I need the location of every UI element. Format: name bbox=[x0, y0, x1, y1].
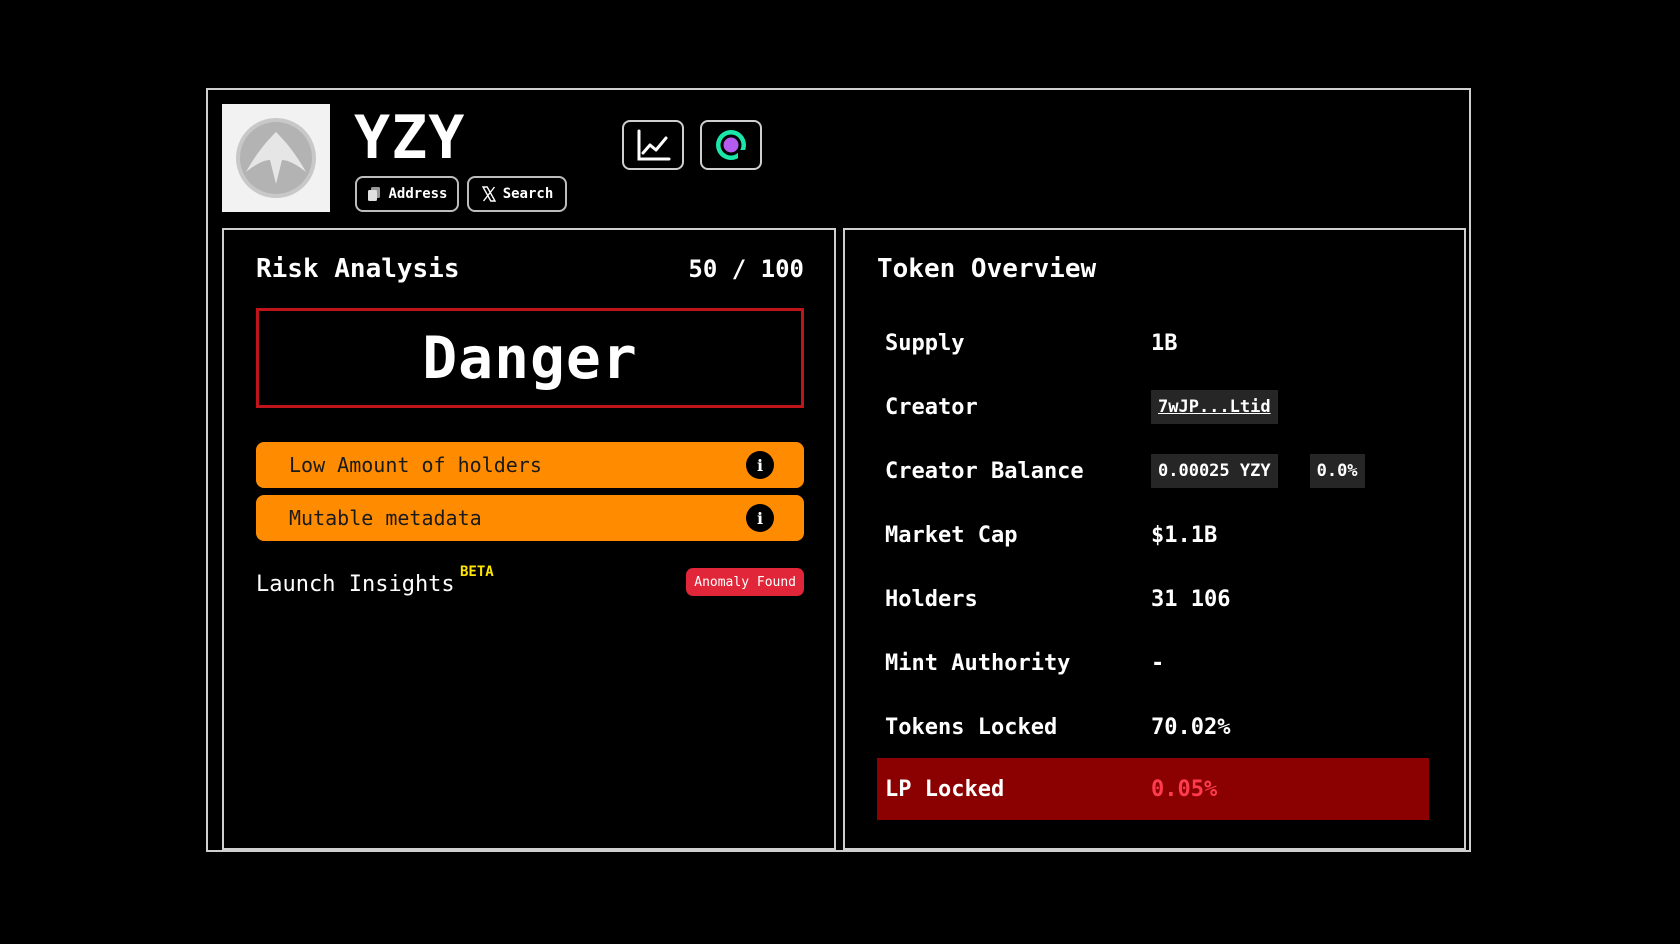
scan-button[interactable] bbox=[700, 120, 762, 170]
token-logo bbox=[222, 104, 330, 212]
overview-row-lp-locked: LP Locked 0.05% bbox=[877, 758, 1429, 820]
info-icon[interactable]: i bbox=[746, 504, 774, 532]
holders-label: Holders bbox=[885, 586, 978, 612]
lp-locked-value: 0.05% bbox=[1151, 776, 1218, 802]
risk-analysis-panel: Risk Analysis 50 / 100 Danger Low Amount… bbox=[222, 228, 836, 850]
overview-row-creator-balance: Creator Balance 0.00025 YZY 0.0% bbox=[877, 440, 1457, 502]
creator-label: Creator bbox=[885, 394, 978, 420]
beta-badge: BETA bbox=[460, 564, 494, 580]
warning-low-holders[interactable]: Low Amount of holders i bbox=[256, 442, 804, 488]
overview-row-creator: Creator 7wJP...Ltid bbox=[877, 376, 1457, 438]
warning-text: Low Amount of holders bbox=[289, 453, 542, 477]
tokens-locked-label: Tokens Locked bbox=[885, 714, 1058, 740]
mint-authority-label: Mint Authority bbox=[885, 650, 1071, 676]
mint-authority-value: - bbox=[1151, 650, 1165, 676]
search-button-label: Search bbox=[502, 186, 554, 202]
token-overview-panel: Token Overview Supply 1B Creator 7wJP...… bbox=[843, 228, 1466, 850]
chart-button[interactable] bbox=[622, 120, 684, 170]
market-cap-label: Market Cap bbox=[885, 522, 1018, 548]
risk-score: 50 / 100 bbox=[688, 255, 804, 283]
risk-analysis-title: Risk Analysis bbox=[256, 254, 460, 284]
copy-icon bbox=[368, 187, 381, 201]
creator-balance-label: Creator Balance bbox=[885, 458, 1084, 484]
creator-balance-value: 0.00025 YZY bbox=[1151, 454, 1278, 488]
lp-locked-label: LP Locked bbox=[885, 776, 1005, 802]
overview-row-market-cap: Market Cap $1.1B bbox=[877, 504, 1457, 566]
overview-row-holders: Holders 31 106 bbox=[877, 568, 1457, 630]
market-cap-value: $1.1B bbox=[1151, 522, 1218, 548]
line-chart-icon bbox=[637, 129, 671, 161]
warning-text: Mutable metadata bbox=[289, 506, 482, 530]
info-icon[interactable]: i bbox=[746, 451, 774, 479]
launch-insights-label: Launch Insights bbox=[256, 572, 455, 597]
overview-row-supply: Supply 1B bbox=[877, 312, 1457, 374]
scan-logo-icon bbox=[716, 130, 747, 160]
address-button[interactable]: Address bbox=[355, 176, 459, 212]
token-logo-icon bbox=[236, 118, 316, 198]
overview-row-tokens-locked: Tokens Locked 70.02% bbox=[877, 696, 1457, 758]
token-overview-title: Token Overview bbox=[877, 254, 1097, 284]
risk-level-badge: Danger bbox=[256, 308, 804, 408]
holders-value: 31 106 bbox=[1151, 586, 1231, 612]
token-name: YZY bbox=[354, 103, 466, 173]
tokens-locked-value: 70.02% bbox=[1151, 714, 1231, 740]
supply-value: 1B bbox=[1151, 330, 1178, 356]
creator-balance-percent: 0.0% bbox=[1309, 454, 1365, 488]
x-logo-icon bbox=[481, 186, 496, 202]
anomaly-found-badge[interactable]: Anomaly Found bbox=[686, 568, 804, 596]
risk-level-text: Danger bbox=[422, 324, 638, 392]
address-button-label: Address bbox=[388, 186, 448, 202]
search-button[interactable]: Search bbox=[467, 176, 567, 212]
warning-mutable-metadata[interactable]: Mutable metadata i bbox=[256, 495, 804, 541]
overview-row-mint-authority: Mint Authority - bbox=[877, 632, 1457, 694]
supply-label: Supply bbox=[885, 330, 965, 356]
creator-address-link[interactable]: 7wJP...Ltid bbox=[1151, 390, 1278, 424]
